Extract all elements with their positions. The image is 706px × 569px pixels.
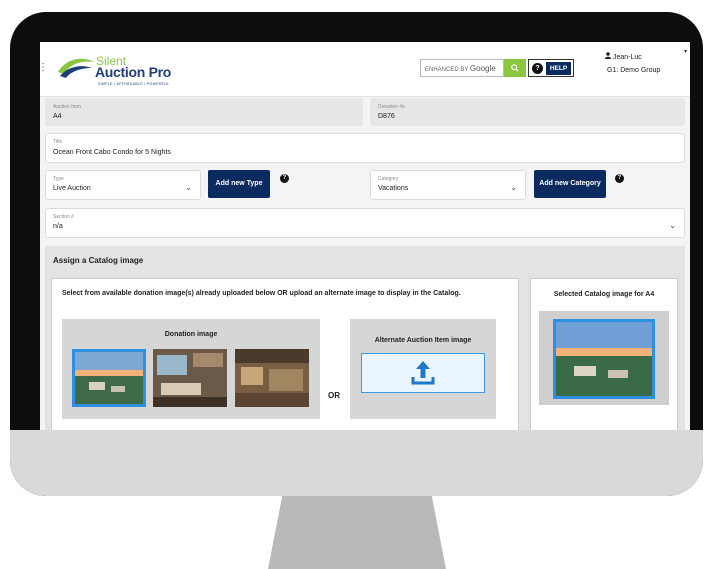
catalog-image-section: Assign a Catalog image Select from avail… <box>45 246 685 430</box>
chevron-down-icon: ⌄ <box>669 221 676 230</box>
donation-number-label: Donation #s <box>378 104 405 110</box>
monitor-stand <box>268 496 446 569</box>
title-label: Title <box>53 139 63 145</box>
user-group: G1: Demo Group <box>607 67 661 74</box>
search-icon <box>511 64 519 72</box>
chevron-down-icon: ⌄ <box>510 183 517 192</box>
question-icon: ? <box>532 63 543 74</box>
type-value: Live Auction <box>53 185 91 192</box>
user-icon <box>605 52 611 59</box>
add-category-button[interactable]: Add new Category <box>534 170 606 198</box>
search-prefix: ENHANCED BY <box>425 67 469 73</box>
help-button[interactable]: ? HELP <box>528 59 574 77</box>
type-select[interactable]: Type Live Auction ⌄ <box>45 170 201 200</box>
donation-number-field: Donation #s D876 <box>370 98 685 126</box>
section-label: Section # <box>53 214 74 220</box>
user-name-text: Jean-Luc <box>612 54 642 61</box>
selected-catalog-image[interactable] <box>553 319 655 399</box>
donation-number-value: D876 <box>378 113 395 120</box>
or-separator: OR <box>328 391 340 400</box>
image-source-card: Select from available donation image(s) … <box>51 278 519 430</box>
ocean-view-image <box>75 352 143 404</box>
logo-main-text: Auction Pro <box>95 64 172 80</box>
section-select[interactable]: Section # n/a ⌄ <box>45 208 685 238</box>
upload-dropzone[interactable] <box>361 353 485 393</box>
search-brand: Google <box>469 64 496 73</box>
add-type-button[interactable]: Add new Type <box>208 170 270 198</box>
donation-thumbnail-interior[interactable] <box>235 349 309 407</box>
search-placeholder: ENHANCED BY Google <box>425 64 496 73</box>
title-value: Ocean Front Cabo Condo for 5 Nights <box>53 149 171 156</box>
search-button[interactable] <box>504 59 526 77</box>
auction-item-value: A4 <box>53 113 62 120</box>
auction-item-label: Auction Item <box>53 104 81 110</box>
section-value: n/a <box>53 223 63 230</box>
logo-swoosh-icon <box>58 58 94 78</box>
user-name: Jean-Luc <box>605 52 642 61</box>
selected-image-label: Selected Catalog image for A4 <box>553 291 655 298</box>
chevron-down-icon: ⌄ <box>185 183 192 192</box>
selected-image-frame <box>539 311 669 405</box>
catalog-instructions: Select from available donation image(s) … <box>62 290 461 297</box>
help-label: HELP <box>546 62 571 75</box>
monitor-frame: ⋮ Silent Auction Pro SIMPLE • AFFORDABLE… <box>10 12 703 496</box>
logo[interactable]: Silent Auction Pro SIMPLE • AFFORDABLE •… <box>56 54 206 88</box>
category-help-icon[interactable]: ? <box>615 174 624 183</box>
app-header: ⋮ Silent Auction Pro SIMPLE • AFFORDABLE… <box>40 42 690 97</box>
donation-thumbnail-living-room[interactable] <box>153 349 227 407</box>
user-caret-icon[interactable]: ▾ <box>684 48 687 55</box>
alternate-image-label: Alternate Auction Item image <box>374 337 472 344</box>
title-field[interactable]: Title Ocean Front Cabo Condo for 5 Night… <box>45 133 685 163</box>
ocean-view-image <box>556 322 652 396</box>
logo-tagline: SIMPLE • AFFORDABLE • POWERFUL <box>98 82 170 86</box>
category-value: Vacations <box>378 185 409 192</box>
donation-thumbnail-selected[interactable] <box>72 349 146 407</box>
interior-image <box>235 349 309 407</box>
monitor-chin <box>10 430 703 496</box>
app-screen: ⋮ Silent Auction Pro SIMPLE • AFFORDABLE… <box>40 42 690 430</box>
alternate-image-panel: Alternate Auction Item image <box>350 319 496 419</box>
type-help-icon[interactable]: ? <box>280 174 289 183</box>
search-input[interactable]: ENHANCED BY Google <box>420 59 504 77</box>
donation-image-panel: Donation image <box>62 319 320 419</box>
donation-image-label: Donation image <box>164 331 218 338</box>
upload-icon <box>411 361 435 385</box>
selected-image-card: Selected Catalog image for A4 <box>530 278 678 430</box>
living-room-image <box>153 349 227 407</box>
auction-item-field: Auction Item A4 <box>45 98 363 126</box>
menu-icon[interactable]: ⋮ <box>40 62 48 73</box>
category-label: Category <box>378 176 399 182</box>
type-label: Type <box>53 176 64 182</box>
category-select[interactable]: Category Vacations ⌄ <box>370 170 526 200</box>
catalog-heading: Assign a Catalog image <box>53 256 144 265</box>
